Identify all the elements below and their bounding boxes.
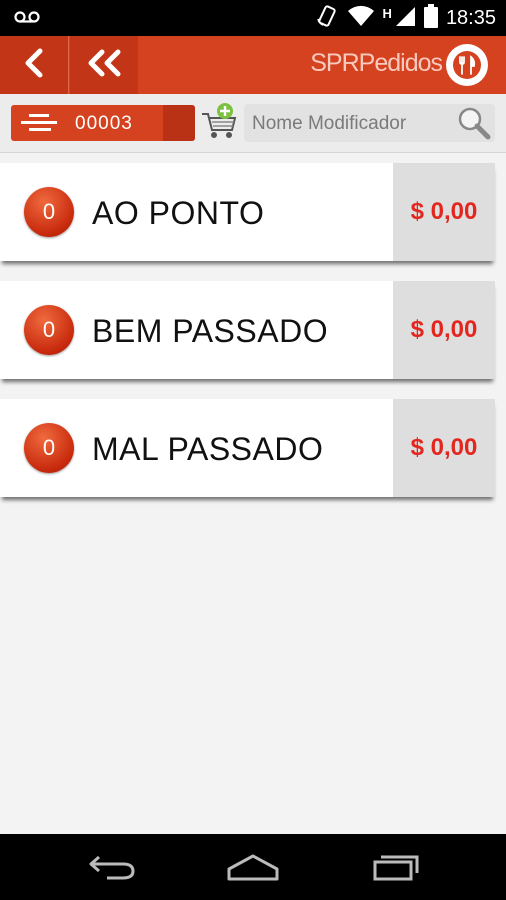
modifier-price: $ 0,00 [410,316,478,343]
modifier-price: $ 0,00 [410,198,478,225]
recents-icon[interactable] [366,848,426,886]
price-cell: $ 0,00 [393,163,495,261]
back-button[interactable] [0,36,69,94]
cart-add-button[interactable] [200,102,238,142]
home-icon[interactable] [223,848,283,886]
modifier-name: BEM PASSADO [92,313,329,349]
signal-icon [394,5,416,32]
order-number: 00003 [75,113,133,134]
list-item[interactable]: 0 MAL PASSADO $ 0,00 [0,399,495,497]
cart-add-icon [200,103,238,146]
menu-lines-icon [21,114,57,137]
clock: 18:35 [445,6,496,29]
network-type-label: H [382,5,392,21]
voicemail-icon [14,9,40,30]
modifier-name: AO PONTO [92,195,265,231]
modifier-price: $ 0,00 [410,434,478,461]
search-field-container [244,104,495,144]
back-icon[interactable] [82,848,142,886]
fork-knife-icon [446,44,488,86]
order-menu-tail [163,105,195,141]
rotation-icon [315,4,339,33]
quantity-badge: 0 [24,187,74,237]
quantity-badge: 0 [24,423,74,473]
modifier-search-input[interactable] [250,104,454,144]
magnifier-icon[interactable] [457,106,491,140]
back-to-start-button[interactable] [70,36,138,94]
battery-icon [423,3,438,33]
modifier-name: MAL PASSADO [92,431,324,467]
app-title: SPRPedidos [310,49,443,77]
order-menu-button[interactable]: 00003 [11,105,195,141]
system-nav-bar [0,834,506,900]
quantity-badge: 0 [24,305,74,355]
list-item[interactable]: 0 AO PONTO $ 0,00 [0,163,495,261]
app-bar: SPRPedidos [0,36,506,94]
chevron-left-icon [21,48,47,83]
wifi-icon [347,5,375,32]
double-chevron-left-icon [84,48,124,83]
price-cell: $ 0,00 [393,281,495,379]
list-item[interactable]: 0 BEM PASSADO $ 0,00 [0,281,495,379]
order-toolbar: 00003 [0,94,506,153]
price-cell: $ 0,00 [393,399,495,497]
status-bar: H 18:35 [0,0,506,36]
